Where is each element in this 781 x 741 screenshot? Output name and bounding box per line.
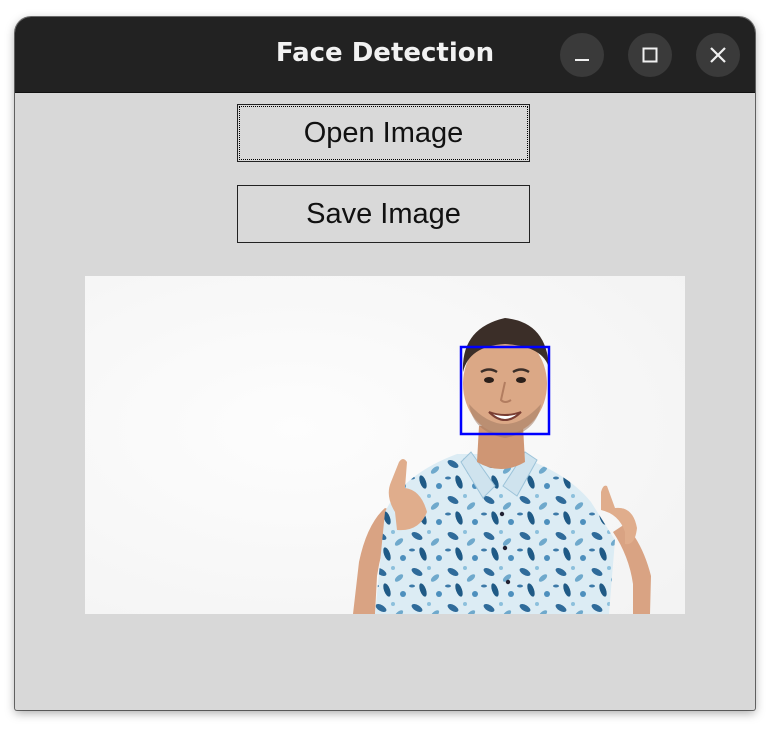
save-image-button[interactable]: Save Image [237,185,530,243]
maximize-button[interactable] [628,33,672,77]
person-photo [85,276,685,614]
app-window: Face Detection Open Image Save Image [15,17,755,710]
image-display [85,276,685,614]
maximize-icon [642,47,658,63]
main-content: Open Image Save Image [16,93,754,709]
close-icon [710,47,726,63]
title-bar[interactable]: Face Detection [15,17,755,93]
close-button[interactable] [696,33,740,77]
minimize-button[interactable] [560,33,604,77]
minimize-icon [575,59,589,61]
open-image-button[interactable]: Open Image [237,104,530,162]
